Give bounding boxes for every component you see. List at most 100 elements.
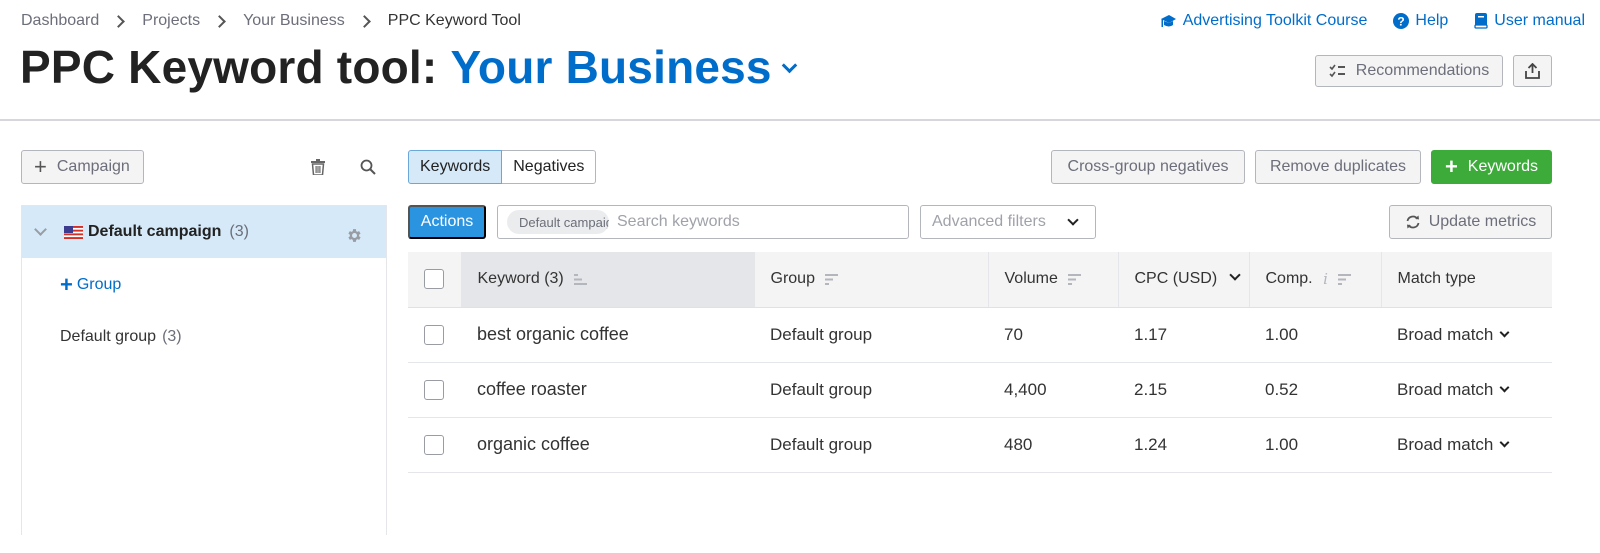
keyword-cell: coffee roaster bbox=[461, 362, 754, 418]
add-keywords-button[interactable]: + Keywords bbox=[1431, 150, 1552, 184]
chevron-down-icon bbox=[1228, 269, 1241, 281]
add-group-label: Group bbox=[76, 276, 122, 293]
cpc-cell: 1.24 bbox=[1118, 417, 1249, 473]
add-campaign-button[interactable]: + Campaign bbox=[21, 150, 144, 184]
column-cpc-label: CPC (USD) bbox=[1134, 270, 1218, 288]
column-group-label: Group bbox=[770, 270, 815, 288]
search-keywords-input[interactable] bbox=[617, 213, 897, 231]
sort-icon bbox=[1068, 273, 1082, 285]
column-keyword-label: Keyword (3) bbox=[477, 270, 564, 288]
recommendations-label: Recommendations bbox=[1355, 62, 1490, 79]
breadcrumb: Dashboard Projects Your Business PPC Key… bbox=[21, 12, 521, 30]
info-icon[interactable]: i bbox=[1323, 270, 1328, 288]
breadcrumb-projects[interactable]: Projects bbox=[142, 12, 200, 30]
volume-cell: 70 bbox=[988, 307, 1118, 363]
column-match-type: Match type bbox=[1380, 252, 1552, 308]
chevron-down-icon bbox=[1499, 437, 1510, 448]
match-type-select[interactable]: Broad match bbox=[1397, 324, 1510, 345]
column-volume[interactable]: Volume bbox=[987, 252, 1118, 308]
svg-text:?: ? bbox=[1398, 15, 1405, 29]
comp-cell: 0.52 bbox=[1249, 362, 1381, 418]
sort-icon bbox=[1338, 273, 1352, 285]
cpc-cell: 1.17 bbox=[1118, 307, 1249, 363]
chevron-right-icon bbox=[112, 14, 126, 28]
table-row: organic coffee Default group 480 1.24 1.… bbox=[408, 417, 1552, 473]
volume-cell: 4,400 bbox=[988, 362, 1118, 418]
campaign-panel: Default campaign (3) + Group Default gro… bbox=[21, 205, 387, 535]
match-type-select[interactable]: Broad match bbox=[1397, 379, 1510, 400]
row-select-cell bbox=[408, 417, 461, 473]
chevron-right-icon bbox=[357, 14, 371, 28]
column-comp[interactable]: Comp. i bbox=[1248, 252, 1381, 308]
match-type-cell: Broad match bbox=[1381, 417, 1552, 473]
cross-group-negatives-button[interactable]: Cross-group negatives bbox=[1051, 150, 1245, 184]
table-row: best organic coffee Default group 70 1.1… bbox=[408, 307, 1552, 363]
help-label: Help bbox=[1415, 12, 1449, 29]
campaign-name: Default campaign bbox=[88, 223, 222, 240]
user-manual-label: User manual bbox=[1494, 12, 1585, 29]
match-type-value: Broad match bbox=[1397, 379, 1494, 399]
row-checkbox[interactable] bbox=[424, 379, 444, 400]
keyword-search: Default campaign bbox=[497, 205, 909, 239]
match-type-cell: Broad match bbox=[1381, 307, 1552, 363]
chevron-down-icon[interactable] bbox=[34, 223, 47, 236]
plus-icon: + bbox=[60, 272, 73, 297]
breadcrumb-dashboard[interactable]: Dashboard bbox=[21, 12, 99, 30]
checklist-icon bbox=[1329, 64, 1345, 78]
project-name: Your Business bbox=[450, 41, 772, 93]
add-group-button[interactable]: + Group bbox=[60, 274, 121, 296]
delete-button[interactable] bbox=[306, 155, 330, 179]
table-row: coffee roaster Default group 4,400 2.15 … bbox=[408, 362, 1552, 418]
plus-icon: + bbox=[34, 154, 47, 179]
group-name: Default group bbox=[60, 328, 157, 345]
chevron-down-icon bbox=[781, 57, 797, 73]
page-title: PPC Keyword tool: Your Business bbox=[20, 40, 797, 94]
remove-duplicates-button[interactable]: Remove duplicates bbox=[1255, 150, 1421, 184]
group-cell: Default group bbox=[754, 307, 988, 363]
user-manual-link[interactable]: User manual bbox=[1474, 12, 1585, 30]
keywords-table: Keyword (3) Group Volume CPC (USD) Comp.… bbox=[408, 252, 1552, 473]
tab-keywords[interactable]: Keywords bbox=[408, 150, 503, 184]
breadcrumb-project[interactable]: Your Business bbox=[243, 12, 345, 30]
comp-cell: 1.00 bbox=[1249, 417, 1381, 473]
help-link[interactable]: ? Help bbox=[1393, 12, 1448, 30]
tab-negatives[interactable]: Negatives bbox=[502, 150, 597, 184]
book-icon bbox=[1474, 13, 1488, 29]
project-selector[interactable]: Your Business bbox=[450, 40, 797, 94]
sort-icon bbox=[825, 273, 839, 285]
select-all-cell bbox=[408, 252, 461, 308]
export-upload-icon bbox=[1525, 63, 1540, 79]
actions-button[interactable]: Actions bbox=[408, 205, 486, 239]
group-item[interactable]: Default group (3) bbox=[60, 328, 182, 346]
row-select-cell bbox=[408, 362, 461, 418]
campaign-settings-button[interactable] bbox=[342, 223, 366, 247]
advertising-course-link[interactable]: Advertising Toolkit Course bbox=[1160, 12, 1367, 30]
column-group[interactable]: Group bbox=[753, 252, 988, 308]
update-metrics-button[interactable]: Update metrics bbox=[1389, 205, 1552, 239]
select-all-checkbox[interactable] bbox=[424, 269, 444, 290]
row-checkbox[interactable] bbox=[424, 324, 444, 345]
export-button[interactable] bbox=[1513, 55, 1552, 87]
keyword-tabs: Keywords Negatives bbox=[408, 150, 597, 184]
table-header-row: Keyword (3) Group Volume CPC (USD) Comp.… bbox=[408, 252, 1552, 308]
update-metrics-label: Update metrics bbox=[1428, 213, 1537, 230]
match-type-select[interactable]: Broad match bbox=[1397, 434, 1510, 455]
row-select-cell bbox=[408, 307, 461, 363]
group-cell: Default group bbox=[754, 417, 988, 473]
advanced-filters-dropdown[interactable]: Advanced filters bbox=[920, 205, 1096, 239]
match-type-value: Broad match bbox=[1397, 324, 1494, 344]
search-icon bbox=[360, 159, 376, 175]
volume-cell: 480 bbox=[988, 417, 1118, 473]
match-type-value: Broad match bbox=[1397, 434, 1494, 454]
campaign-filter-chip[interactable]: Default campaign bbox=[507, 210, 609, 234]
add-keywords-label: Keywords bbox=[1467, 158, 1539, 175]
column-cpc[interactable]: CPC (USD) bbox=[1117, 252, 1249, 308]
gear-icon bbox=[347, 228, 361, 242]
header-divider bbox=[0, 119, 1600, 121]
column-keyword[interactable]: Keyword (3) bbox=[460, 252, 754, 308]
row-checkbox[interactable] bbox=[424, 434, 444, 455]
plus-icon: + bbox=[1444, 154, 1458, 179]
recommendations-button[interactable]: Recommendations bbox=[1315, 55, 1503, 87]
campaign-item[interactable]: Default campaign (3) bbox=[22, 206, 386, 258]
sidebar-search-button[interactable] bbox=[356, 155, 380, 179]
